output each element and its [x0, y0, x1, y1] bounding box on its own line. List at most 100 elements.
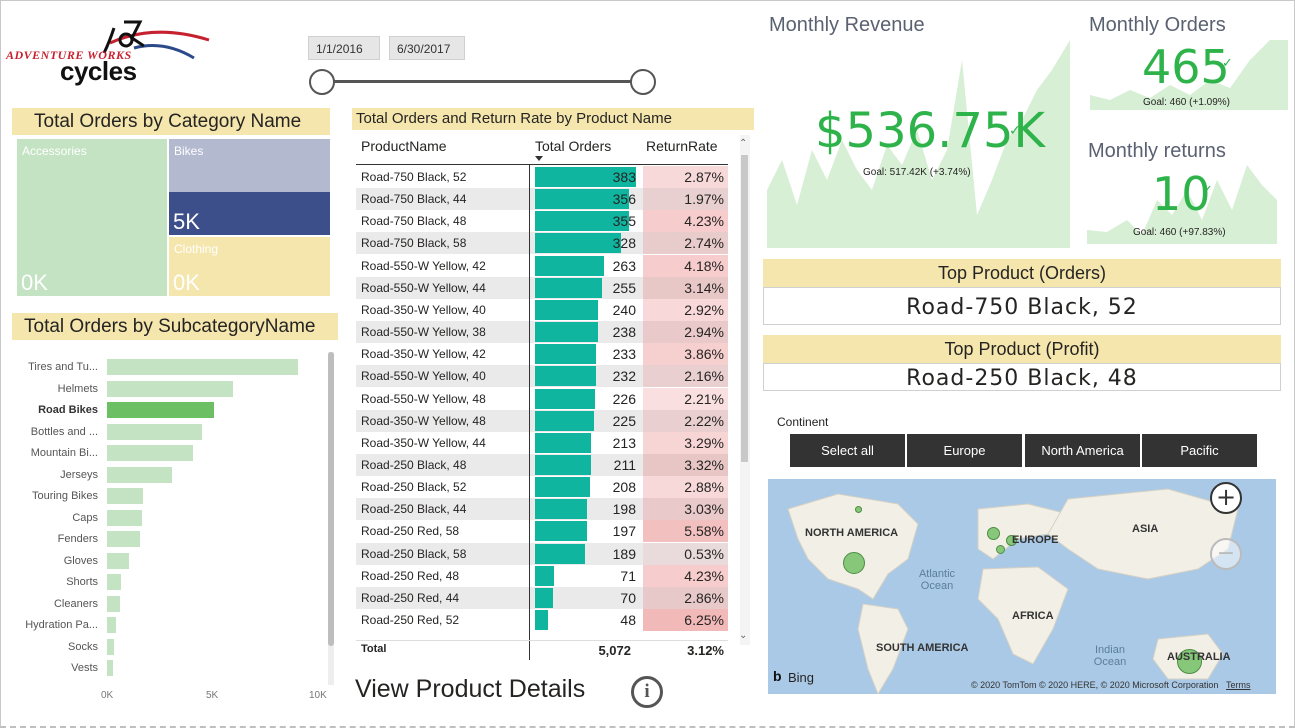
- bar-mark[interactable]: [107, 531, 140, 547]
- cell-total-orders: 48: [620, 612, 636, 628]
- date-slider-start-handle[interactable]: [309, 69, 335, 95]
- x-tick-label: 5K: [206, 690, 219, 701]
- table-row[interactable]: Road-250 Black, 58 189 0.53%: [356, 543, 728, 565]
- bar-mark[interactable]: [107, 466, 172, 483]
- column-header-returnrate[interactable]: ReturnRate: [646, 138, 718, 154]
- bar-mark[interactable]: [107, 423, 202, 440]
- bar-category-label: Bottles and ...: [30, 425, 98, 438]
- table-row[interactable]: Road-750 Black, 52 383 2.87%: [356, 166, 728, 188]
- table-row[interactable]: Road-250 Black, 52 208 2.88%: [356, 476, 728, 498]
- scroll-down-icon[interactable]: ⌄: [739, 630, 747, 641]
- table-row[interactable]: Road-350-W Yellow, 44 213 3.29%: [356, 432, 728, 454]
- bar-mark[interactable]: [107, 488, 143, 504]
- bar-mark[interactable]: [107, 574, 121, 590]
- table-row[interactable]: Road-750 Black, 58 328 2.74%: [356, 232, 728, 254]
- table-row[interactable]: Road-250 Black, 48 211 3.32%: [356, 454, 728, 476]
- date-slider-end-handle[interactable]: [630, 69, 656, 95]
- table-scrollbar-thumb[interactable]: [741, 155, 748, 462]
- table-row[interactable]: Road-350-W Yellow, 42 233 3.86%: [356, 343, 728, 365]
- bar-category-label: Hydration Pa...: [25, 619, 98, 631]
- map-bubble[interactable]: [987, 527, 1000, 540]
- map-bubble[interactable]: [843, 552, 865, 574]
- cell-total-orders: 355: [612, 213, 636, 229]
- cell-total-orders: 198: [612, 501, 636, 517]
- table-row[interactable]: Road-750 Black, 44 356 1.97%: [356, 188, 728, 210]
- table-row[interactable]: Road-250 Red, 44 70 2.86%: [356, 587, 728, 609]
- header-divider: [356, 164, 728, 165]
- treemap-tile-bikes-highlight[interactable]: 5K: [169, 192, 330, 235]
- scroll-up-icon[interactable]: ⌃: [739, 138, 747, 149]
- bar-mark[interactable]: [107, 359, 298, 375]
- cell-total-orders: 255: [612, 280, 636, 296]
- map-label-atlantic: Atlantic Ocean: [918, 568, 956, 592]
- table-row[interactable]: Road-250 Red, 48 71 4.23%: [356, 565, 728, 587]
- bar-category-label: Caps: [72, 511, 98, 524]
- cell-product-name: Road-250 Black, 58: [361, 547, 467, 561]
- tile-value: 5K: [173, 209, 200, 234]
- total-orders: 5,072: [598, 643, 631, 658]
- cell-return-rate: 2.88%: [643, 476, 728, 498]
- info-icon[interactable]: i: [631, 676, 663, 708]
- cell-product-name: Road-550-W Yellow, 42: [361, 259, 486, 273]
- view-product-details-button[interactable]: View Product Details: [355, 675, 585, 704]
- table-row[interactable]: Road-550-W Yellow, 48 226 2.21%: [356, 388, 728, 410]
- bar-mark[interactable]: [107, 402, 214, 418]
- zoom-out-icon[interactable]: −: [1210, 538, 1242, 570]
- kpi-returns-check-icon: ✓: [1202, 183, 1213, 198]
- bar-mark[interactable]: [107, 638, 114, 655]
- treemap-tile-accessories[interactable]: Accessories 0K: [17, 139, 167, 296]
- table-row[interactable]: Road-250 Red, 52 48 6.25%: [356, 609, 728, 631]
- cell-product-name: Road-250 Red, 44: [361, 591, 460, 605]
- continent-option-north-america[interactable]: North America: [1025, 434, 1140, 467]
- table-row[interactable]: Road-350-W Yellow, 40 240 2.92%: [356, 299, 728, 321]
- bar-mark[interactable]: [107, 380, 233, 397]
- column-divider: [529, 164, 530, 660]
- cell-return-rate: 2.87%: [643, 166, 728, 188]
- table-row[interactable]: Road-750 Black, 48 355 4.23%: [356, 210, 728, 232]
- date-start-input[interactable]: 1/1/2016: [308, 36, 380, 60]
- map-bubble[interactable]: [996, 545, 1005, 554]
- table-row[interactable]: Road-550-W Yellow, 42 263 4.18%: [356, 255, 728, 277]
- map-attribution: © 2020 TomTom © 2020 HERE, © 2020 Micros…: [971, 680, 1219, 690]
- column-header-orders[interactable]: Total Orders: [535, 138, 611, 154]
- bar-mark[interactable]: [107, 509, 142, 526]
- table-row[interactable]: Road-250 Black, 44 198 3.03%: [356, 498, 728, 520]
- bar-mark[interactable]: [107, 595, 120, 612]
- cell-product-name: Road-350-W Yellow, 40: [361, 303, 486, 317]
- table-row[interactable]: Road-350-W Yellow, 48 225 2.22%: [356, 410, 728, 432]
- table-row[interactable]: Road-550-W Yellow, 40 232 2.16%: [356, 365, 728, 387]
- continent-option-europe[interactable]: Europe: [907, 434, 1022, 467]
- tile-value: 0K: [21, 270, 48, 295]
- cell-return-rate: 2.21%: [643, 388, 728, 410]
- cell-return-rate: 2.16%: [643, 365, 728, 387]
- map-bubble[interactable]: [855, 506, 862, 513]
- cell-product-name: Road-250 Black, 44: [361, 502, 467, 516]
- table-row[interactable]: Road-550-W Yellow, 38 238 2.94%: [356, 321, 728, 343]
- table-row[interactable]: Road-250 Red, 58 197 5.58%: [356, 520, 728, 542]
- tile-label: Clothing: [174, 242, 219, 256]
- bar-mark[interactable]: [107, 660, 113, 676]
- continent-option-pacific[interactable]: Pacific: [1142, 434, 1257, 467]
- cell-return-rate: 1.97%: [643, 188, 728, 210]
- continent-option-select-all[interactable]: Select all: [790, 434, 905, 467]
- map-label-australia: AUSTRALIA: [1167, 651, 1231, 663]
- bar-mark[interactable]: [107, 552, 129, 569]
- cell-product-name: Road-350-W Yellow, 44: [361, 436, 486, 450]
- treemap-tile-bikes[interactable]: Bikes: [169, 139, 330, 192]
- bar-mark[interactable]: [107, 445, 193, 461]
- subcategory-scrollbar-thumb[interactable]: [328, 352, 334, 646]
- total-divider: [356, 640, 728, 641]
- cell-return-rate: 2.22%: [643, 410, 728, 432]
- date-end-input[interactable]: 6/30/2017: [389, 36, 465, 60]
- map-terms-link[interactable]: Terms: [1226, 680, 1251, 690]
- cell-return-rate: 2.94%: [643, 321, 728, 343]
- bar-category-label: Jerseys: [60, 468, 98, 481]
- treemap-tile-clothing[interactable]: Clothing 0K: [169, 237, 330, 296]
- bar-mark[interactable]: [107, 617, 116, 633]
- date-slider-track[interactable]: [322, 80, 644, 83]
- column-header-product[interactable]: ProductName: [361, 138, 447, 154]
- cell-total-orders: 356: [612, 191, 636, 207]
- table-row[interactable]: Road-550-W Yellow, 44 255 3.14%: [356, 277, 728, 299]
- cell-return-rate: 3.86%: [643, 343, 728, 365]
- zoom-in-icon[interactable]: +: [1210, 482, 1242, 514]
